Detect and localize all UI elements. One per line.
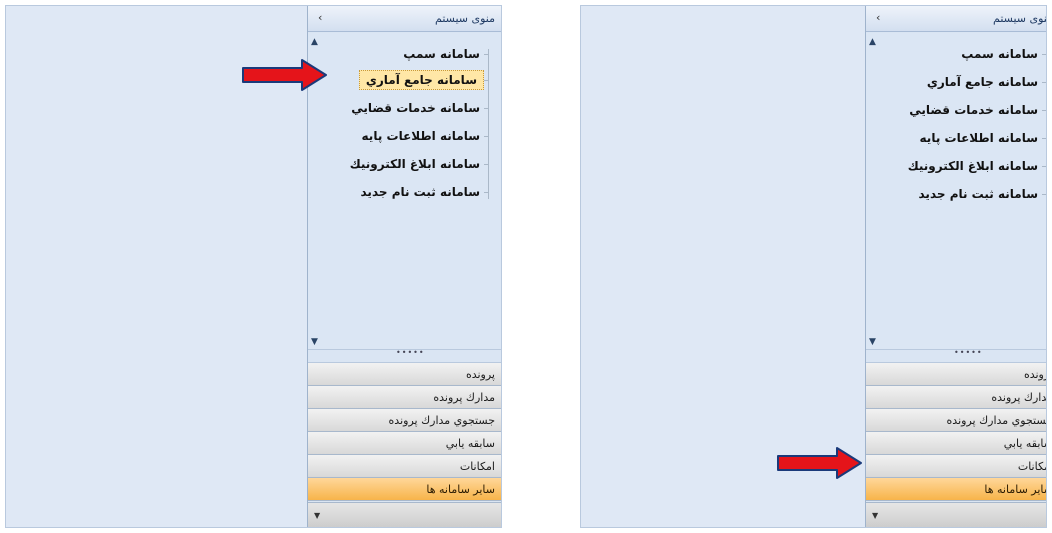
tree-item-label: سامانه سمپ bbox=[403, 47, 480, 61]
menu-header: منوی سیستم ‹ bbox=[866, 6, 1047, 32]
tree-item-4[interactable]: سامانه اطلاعات پايه bbox=[358, 125, 490, 147]
tree-item-6[interactable]: سامانه ثبت نام جديد bbox=[915, 183, 1046, 205]
nav-button-5[interactable]: امكانات bbox=[308, 455, 501, 478]
tree-item-label: سامانه خدمات قضايي bbox=[351, 101, 480, 115]
nav-button-6[interactable]: ساير سامانه ها bbox=[308, 478, 501, 501]
scroll-down-arrow-icon[interactable]: ▼ bbox=[869, 337, 876, 347]
nav-button-4[interactable]: سابقه يابي bbox=[308, 432, 501, 455]
nav-button-1[interactable]: پرونده bbox=[308, 363, 501, 386]
splitter-grip-icon: ••••• bbox=[954, 348, 983, 357]
tree-item-label: سامانه سمپ bbox=[961, 47, 1038, 61]
tree-item-1[interactable]: سامانه سمپ bbox=[399, 43, 489, 65]
nav-button-5[interactable]: امكانات bbox=[866, 455, 1046, 478]
nav-button-list: پرونده مدارك پرونده جستجوي مدارك پرونده … bbox=[308, 363, 501, 501]
tree-item-label: سامانه ثبت نام جديد bbox=[918, 187, 1039, 201]
tree-item-label: سامانه خدمات قضايي bbox=[909, 103, 1038, 117]
tree-item-label: سامانه جامع آماري bbox=[926, 75, 1038, 89]
nav-button-2[interactable]: مدارك پرونده bbox=[866, 386, 1046, 409]
overflow-dropdown-icon[interactable]: ▼ bbox=[314, 511, 320, 520]
tree-item-label: سامانه ثبت نام جديد bbox=[360, 185, 481, 199]
red-pointer-arrow-icon bbox=[777, 447, 862, 479]
system-menu-panel: منوی سیستم ‹ ▲ ▼ سامانه سمپ سامانه جامع … bbox=[307, 6, 501, 527]
tree-item-2[interactable]: سامانه جامع آماري bbox=[923, 71, 1046, 93]
tree-item-label: سامانه اطلاعات پايه bbox=[361, 129, 480, 143]
nav-button-3[interactable]: جستجوي مدارك پرونده bbox=[308, 409, 501, 432]
tree-item-label: سامانه جامع آماري bbox=[358, 70, 484, 90]
tree-item-label: سامانه ابلاغ الكترونيك bbox=[349, 157, 480, 171]
nav-button-6[interactable]: ساير سامانه ها bbox=[866, 478, 1046, 501]
nav-button-3[interactable]: جستجوي مدارك پرونده bbox=[866, 409, 1046, 432]
overflow-dropdown-icon[interactable]: ▼ bbox=[872, 511, 878, 520]
scroll-down-arrow-icon[interactable]: ▼ bbox=[311, 337, 318, 347]
tree-connector-line bbox=[1046, 49, 1047, 199]
scroll-up-arrow-icon[interactable]: ▲ bbox=[311, 37, 318, 47]
collapse-chevron-icon[interactable]: ‹ bbox=[318, 11, 322, 24]
tree-item-2[interactable]: سامانه جامع آماري bbox=[358, 69, 490, 91]
splitter-grip-icon: ••••• bbox=[396, 348, 425, 357]
nav-button-list: پرونده مدارك پرونده جستجوي مدارك پرونده … bbox=[866, 363, 1046, 501]
tree-item-3[interactable]: سامانه خدمات قضايي bbox=[905, 99, 1046, 121]
bottom-overflow-bar: ▼ bbox=[866, 502, 1046, 527]
vertical-scrollbar[interactable]: ▲ ▼ bbox=[866, 33, 882, 349]
nav-button-4[interactable]: سابقه يابي bbox=[866, 432, 1046, 455]
menu-title: منوی سیستم bbox=[993, 12, 1047, 25]
nav-button-1[interactable]: پرونده bbox=[866, 363, 1046, 386]
tree-item-6[interactable]: سامانه ثبت نام جديد bbox=[357, 181, 489, 203]
scroll-up-arrow-icon[interactable]: ▲ bbox=[869, 37, 876, 47]
menu-header: منوی سیستم ‹ bbox=[308, 6, 501, 32]
collapse-chevron-icon[interactable]: ‹ bbox=[876, 11, 880, 24]
red-pointer-arrow-icon bbox=[242, 59, 327, 91]
panel-splitter[interactable]: ••••• bbox=[866, 348, 1046, 363]
tree-item-label: سامانه ابلاغ الكترونيك bbox=[907, 159, 1038, 173]
tree-item-5[interactable]: سامانه ابلاغ الكترونيك bbox=[346, 153, 490, 175]
tree-connector-line bbox=[488, 49, 489, 199]
menu-title: منوی سیستم bbox=[435, 12, 495, 25]
tree-item-4[interactable]: سامانه اطلاعات پايه bbox=[916, 127, 1046, 149]
panel-splitter[interactable]: ••••• bbox=[308, 348, 501, 363]
tree-item-label: سامانه اطلاعات پايه bbox=[919, 131, 1038, 145]
bottom-overflow-bar: ▼ bbox=[308, 502, 501, 527]
tree-item-1[interactable]: سامانه سمپ bbox=[957, 43, 1046, 65]
tree-item-3[interactable]: سامانه خدمات قضايي bbox=[347, 97, 489, 119]
nav-button-2[interactable]: مدارك پرونده bbox=[308, 386, 501, 409]
tree-view: ▲ ▼ سامانه سمپ سامانه جامع آماري سامانه … bbox=[866, 33, 1047, 349]
system-menu-panel: منوی سیستم ‹ ▲ ▼ سامانه سمپ سامانه جامع … bbox=[865, 6, 1047, 527]
tree-view: ▲ ▼ سامانه سمپ سامانه جامع آماري سامانه … bbox=[308, 33, 501, 349]
tree-item-5[interactable]: سامانه ابلاغ الكترونيك bbox=[904, 155, 1046, 177]
